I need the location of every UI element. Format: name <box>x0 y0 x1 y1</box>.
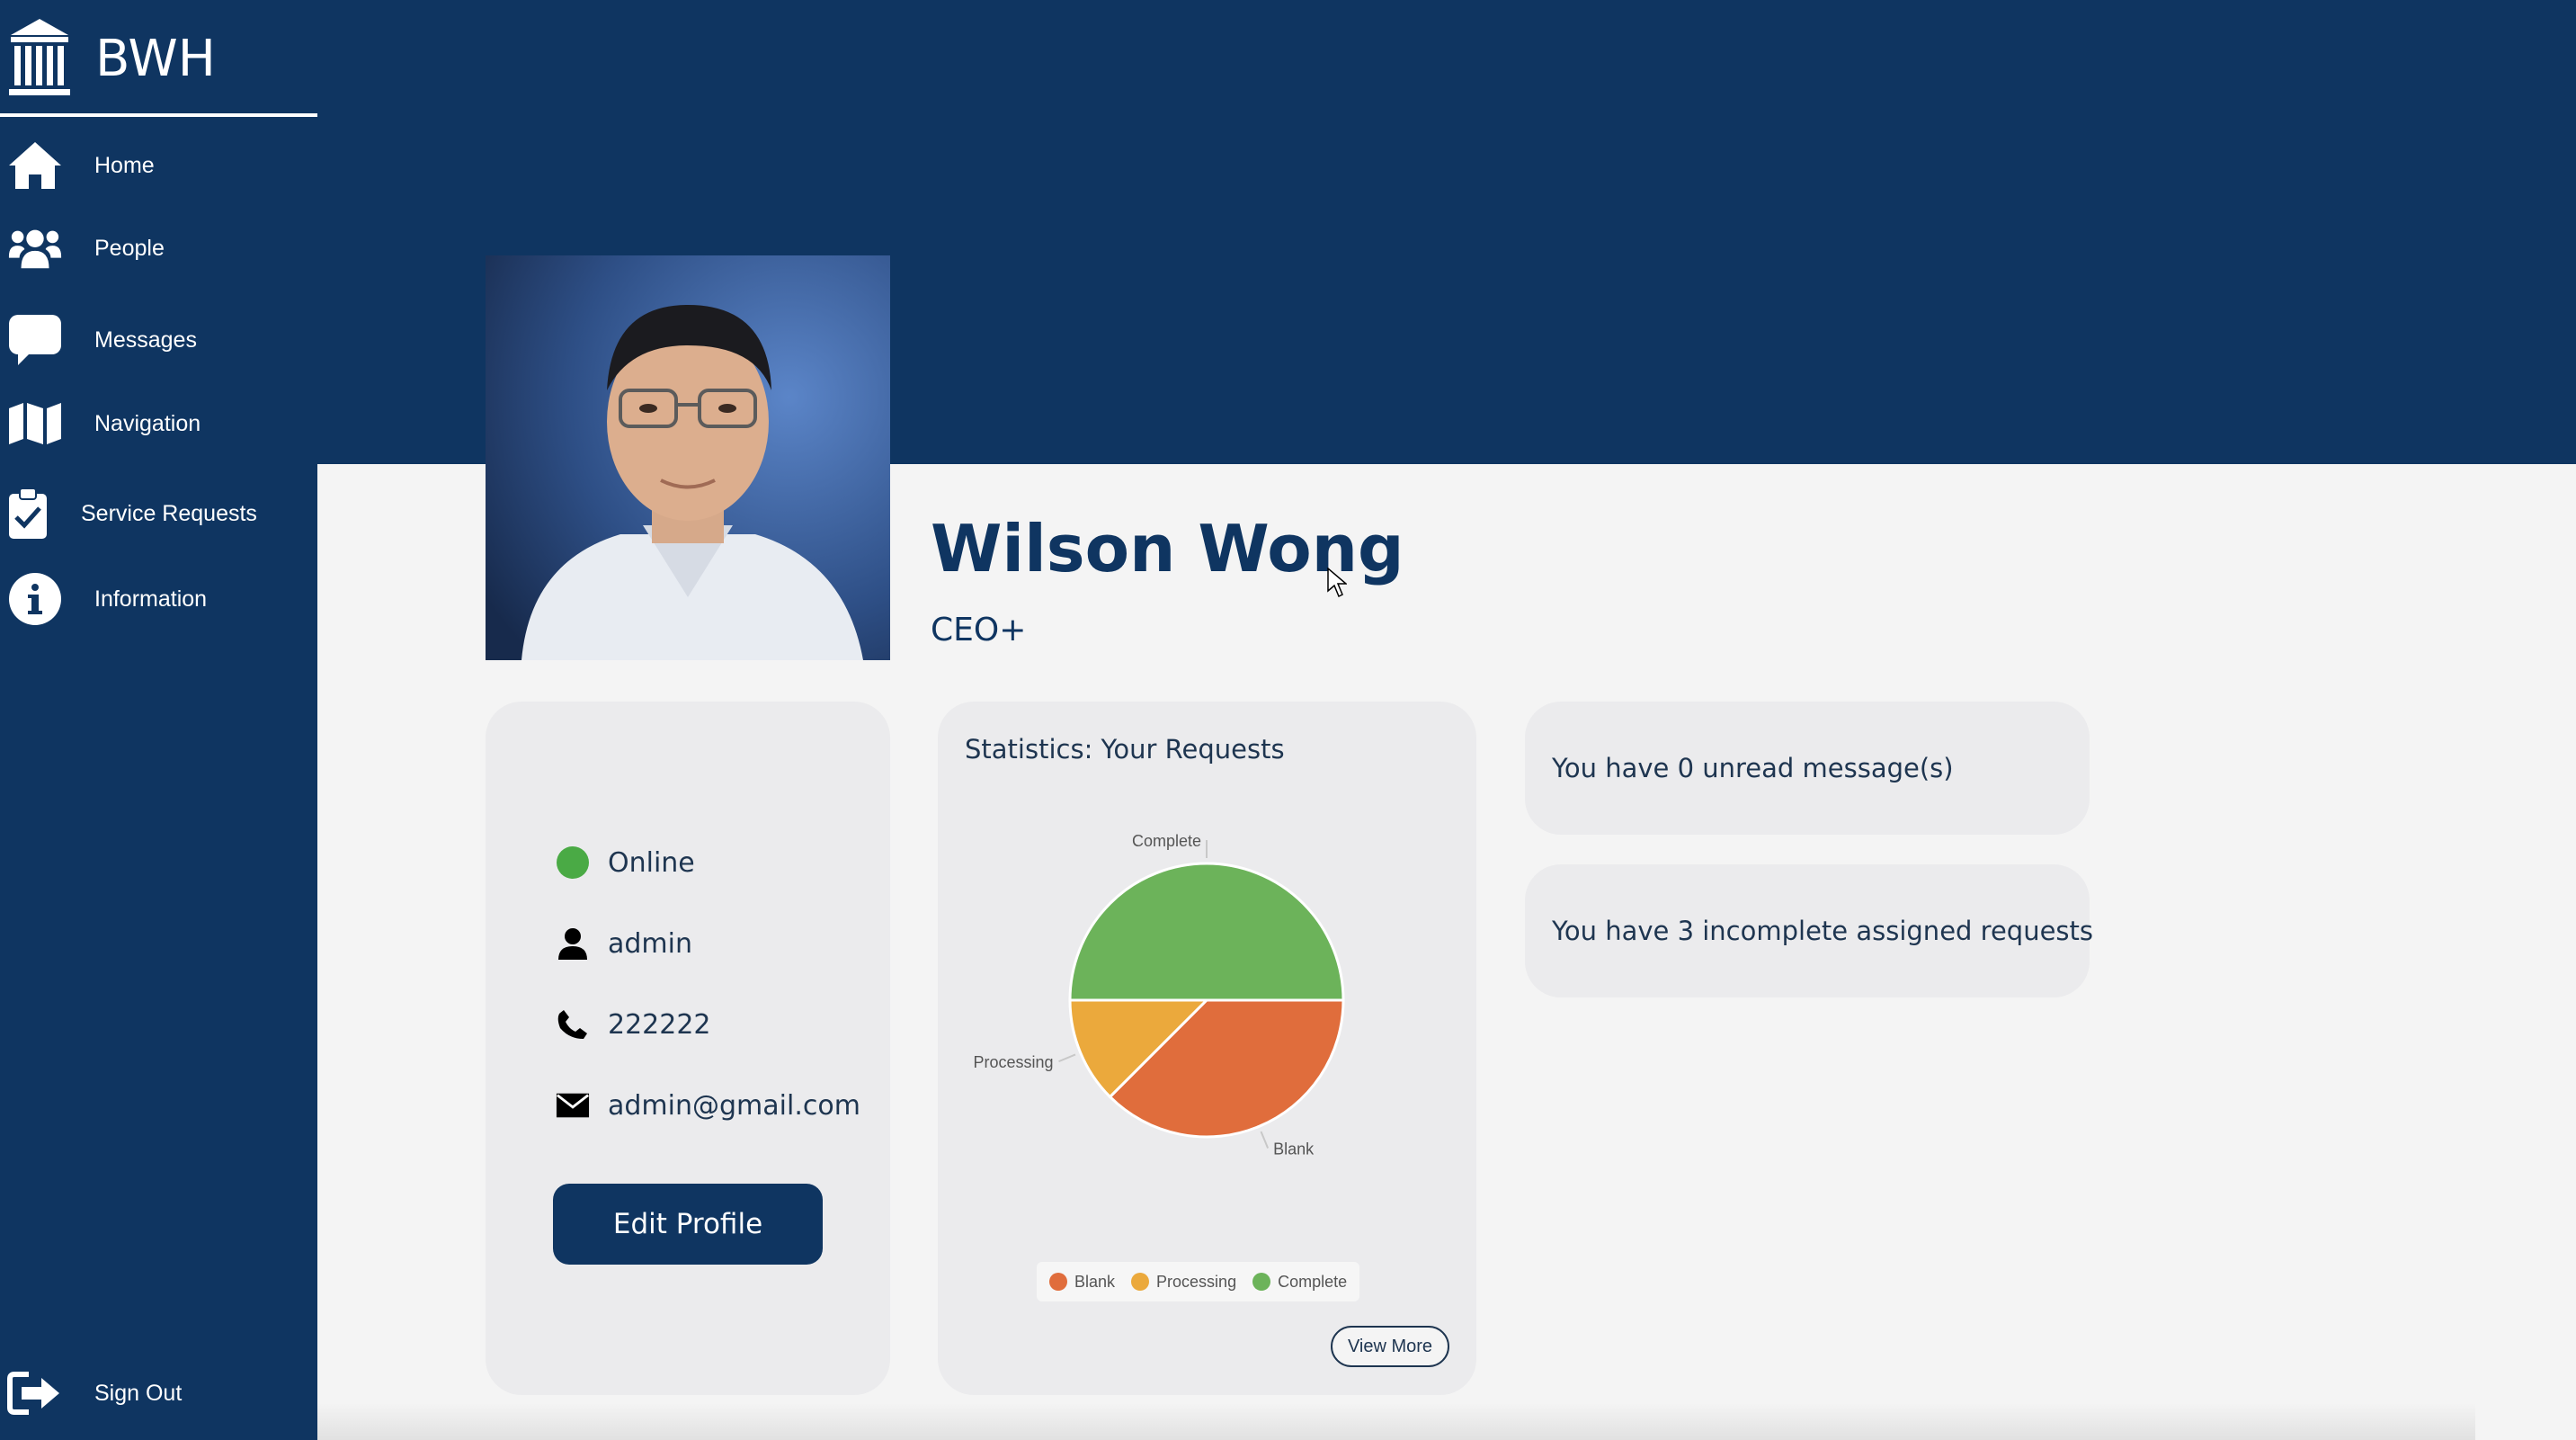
legend-item-blank[interactable]: Blank <box>1049 1273 1115 1292</box>
message-bubble-icon <box>7 312 63 368</box>
pie-label-blank: Blank <box>1273 1140 1315 1158</box>
unread-messages-text: You have 0 unread message(s) <box>1552 753 1954 783</box>
sidebar-item-label: Information <box>94 586 208 612</box>
brand[interactable]: BWH <box>7 9 216 108</box>
people-icon <box>7 220 63 276</box>
legend-swatch <box>1049 1273 1067 1291</box>
pie-label-complete: Complete <box>1132 832 1201 850</box>
email-row: admin@gmail.com <box>556 1088 860 1122</box>
incomplete-requests-text: You have 3 incomplete assigned requests <box>1552 916 2094 946</box>
profile-role: CEO+ <box>931 612 1027 648</box>
sign-out-icon <box>7 1365 63 1421</box>
legend-item-complete[interactable]: Complete <box>1252 1273 1347 1292</box>
phone-icon <box>556 1007 590 1042</box>
envelope-icon <box>556 1088 590 1122</box>
sidebar-item-information[interactable]: Information <box>0 563 317 635</box>
sidebar-item-label: Messages <box>94 326 197 353</box>
chart-legend: Blank Processing Complete <box>1037 1262 1360 1301</box>
mouse-cursor-icon <box>1327 568 1347 598</box>
statistics-title: Statistics: Your Requests <box>965 734 1285 765</box>
email-text: admin@gmail.com <box>608 1089 860 1122</box>
phone-row: 222222 <box>556 1007 711 1042</box>
username-text: admin <box>608 927 692 960</box>
sidebar-item-label: Home <box>94 152 155 178</box>
legend-swatch <box>1131 1273 1150 1291</box>
pie-leader-line <box>1260 1131 1270 1149</box>
pie-leader-line <box>1058 1053 1076 1063</box>
profile-details-card: Online admin 222222 admin@gmail.com Edit… <box>486 702 890 1395</box>
user-icon <box>556 926 590 961</box>
map-icon <box>7 396 63 452</box>
online-status-icon <box>556 845 590 880</box>
view-more-button[interactable]: View More <box>1331 1326 1449 1367</box>
sidebar-item-label: Navigation <box>94 410 201 436</box>
status-text: Online <box>608 846 695 879</box>
legend-swatch <box>1252 1273 1271 1291</box>
legend-label: Processing <box>1156 1272 1237 1291</box>
legend-item-processing[interactable]: Processing <box>1131 1273 1236 1292</box>
legend-label: Blank <box>1074 1272 1116 1291</box>
bottom-shadow <box>317 1403 2475 1440</box>
pie-label-processing: Processing <box>974 1053 1054 1071</box>
unread-messages-card[interactable]: You have 0 unread message(s) <box>1525 702 2090 835</box>
statistics-card: Statistics: Your Requests Blank Processin… <box>938 702 1476 1395</box>
clipboard-check-icon <box>7 486 49 541</box>
username-row: admin <box>556 926 692 961</box>
sign-out-button[interactable]: Sign Out <box>0 1357 317 1429</box>
home-icon <box>7 138 63 193</box>
sidebar: BWH Home People Messages Navigation Serv… <box>0 0 317 1440</box>
pie-slice-complete[interactable] <box>1068 862 1345 1002</box>
sidebar-item-navigation[interactable]: Navigation <box>0 388 317 460</box>
legend-label: Complete <box>1278 1272 1348 1291</box>
phone-text: 222222 <box>608 1008 711 1041</box>
incomplete-requests-card[interactable]: You have 3 incomplete assigned requests <box>1525 864 2094 997</box>
sidebar-item-label: People <box>94 235 165 261</box>
sidebar-item-messages[interactable]: Messages <box>0 304 317 376</box>
edit-profile-button[interactable]: Edit Profile <box>553 1184 823 1265</box>
sidebar-item-people[interactable]: People <box>0 212 317 284</box>
status-row: Online <box>556 845 695 880</box>
brand-name: BWH <box>95 29 216 88</box>
requests-pie-chart: Blank Processing Complete <box>974 832 1345 1158</box>
institution-columns-icon <box>9 19 70 95</box>
sidebar-item-service-requests[interactable]: Service Requests <box>0 478 317 550</box>
sidebar-item-home[interactable]: Home <box>0 130 317 201</box>
sidebar-item-label: Service Requests <box>81 500 257 526</box>
info-icon <box>7 571 63 627</box>
sidebar-item-label: Sign Out <box>94 1380 183 1406</box>
brand-divider <box>0 113 317 117</box>
profile-photo <box>486 255 890 660</box>
